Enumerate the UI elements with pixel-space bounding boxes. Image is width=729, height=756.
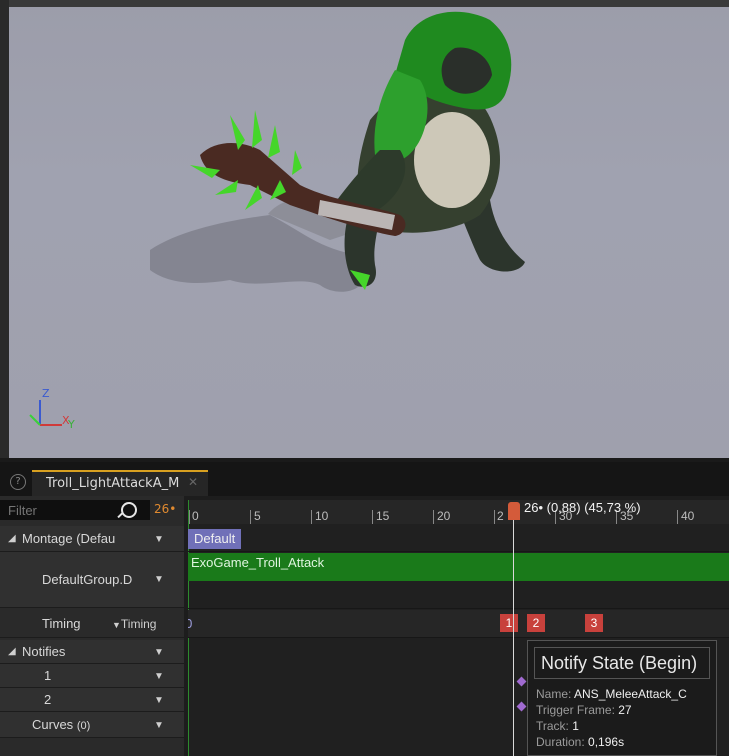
chevron-down-icon: ▼	[112, 620, 121, 630]
track-notifies[interactable]: ◢ Notifies ▼	[0, 640, 184, 664]
curves-label: Curves	[32, 717, 74, 732]
notify-diamond[interactable]	[516, 676, 527, 687]
timing-dropdown[interactable]: ▼Timing	[112, 617, 156, 631]
current-frame-count: 26•	[154, 502, 177, 516]
axis-z-label: Z	[42, 387, 50, 400]
timing-row	[188, 610, 729, 638]
tooltip-track-value: 1	[572, 719, 579, 733]
search-icon[interactable]	[121, 502, 137, 518]
tooltip-trigger-line: Trigger Frame: 27	[536, 703, 632, 717]
tooltip-duration-label: Duration:	[536, 735, 585, 749]
ruler-tick-label: 2	[497, 509, 504, 523]
timing-marker[interactable]: 2	[527, 614, 545, 632]
ruler-tick-label: 0	[192, 509, 199, 523]
tooltip-duration-line: Duration: 0,196s	[536, 735, 624, 749]
notify-1-label: 1	[44, 668, 52, 683]
tooltip-track-label: Track:	[536, 719, 569, 733]
slot-anim-segment[interactable]: ExoGame_Troll_Attack	[188, 553, 729, 581]
track-notify-1[interactable]: 1 ▼	[0, 664, 184, 688]
ruler-tick-label: 20	[437, 509, 451, 523]
time-ruler[interactable]	[188, 500, 729, 524]
ruler-tick-label: 15	[376, 509, 390, 523]
chevron-down-icon[interactable]: ▼	[154, 695, 164, 706]
notify-tooltip: Notify State (Begin) Name: ANS_MeleeAtta…	[527, 640, 717, 756]
timing-marker[interactable]: 1	[500, 614, 518, 632]
ruler-tick-label: 10	[315, 509, 329, 523]
tab-strip: ? Troll_LightAttackA_M ✕	[0, 462, 729, 496]
notify-2-label: 2	[44, 692, 52, 707]
ruler-tick	[372, 510, 373, 524]
tooltip-name-line: Name: ANS_MeleeAttack_C	[536, 687, 687, 701]
curves-track-label: Curves (0)	[32, 717, 90, 732]
tab-title: Troll_LightAttackA_M	[46, 476, 180, 491]
notifies-track-label: Notifies	[22, 644, 66, 659]
track-notify-2[interactable]: 2 ▼	[0, 688, 184, 712]
scrub-position-label: 26• (0,88) (45,73 %)	[524, 500, 641, 515]
tooltip-title: Notify State (Begin)	[534, 647, 710, 679]
ruler-tick	[677, 510, 678, 524]
3d-viewport[interactable]: Z X Y	[0, 0, 729, 462]
collapse-triangle-icon[interactable]: ◢	[8, 646, 16, 657]
ruler-tick	[189, 510, 190, 524]
ruler-tick-label: 5	[254, 509, 261, 523]
timing-track-label: Timing	[42, 616, 81, 631]
tooltip-track-line: Track: 1	[536, 719, 579, 733]
track-montage[interactable]: ◢ Montage (Defau ▼	[0, 526, 184, 552]
close-icon[interactable]: ✕	[188, 475, 198, 489]
ruler-tick	[494, 510, 495, 524]
tooltip-name-label: Name:	[536, 687, 572, 701]
montage-track-label: Montage (Defau	[22, 531, 116, 546]
tooltip-duration-value: 0,196s	[588, 735, 625, 749]
timing-zero-label: 0	[188, 617, 193, 631]
slot-anim-label: ExoGame_Troll_Attack	[191, 555, 325, 570]
chevron-down-icon[interactable]: ▼	[154, 647, 164, 658]
group-row-lower	[188, 581, 729, 609]
scrub-line	[513, 506, 514, 756]
chevron-down-icon[interactable]: ▼	[154, 534, 164, 545]
tooltip-trigger-label: Trigger Frame:	[536, 703, 615, 717]
chevron-down-icon[interactable]: ▼	[154, 671, 164, 682]
scrub-handle[interactable]	[508, 502, 520, 520]
group-track-label: DefaultGroup.D	[42, 572, 133, 587]
help-icon[interactable]: ?	[10, 474, 26, 490]
montage-section-row	[188, 526, 729, 552]
timing-marker[interactable]: 3	[585, 614, 603, 632]
axis-y-label: Y	[68, 418, 75, 431]
track-curves[interactable]: Curves (0) ▼	[0, 712, 184, 738]
tab-montage-asset[interactable]: Troll_LightAttackA_M	[32, 470, 208, 496]
filter-row: 26•	[0, 500, 184, 522]
tooltip-name-value: ANS_MeleeAttack_C	[574, 687, 687, 701]
tooltip-trigger-value: 27	[618, 703, 632, 717]
collapse-triangle-icon[interactable]: ◢	[8, 533, 16, 544]
timing-dropdown-label: Timing	[120, 617, 157, 631]
curves-count: (0)	[76, 720, 91, 732]
track-timing[interactable]: Timing ▼Timing	[0, 610, 184, 638]
track-default-group[interactable]: DefaultGroup.D ▼	[0, 552, 184, 608]
ruler-tick	[311, 510, 312, 524]
notify-diamond[interactable]	[516, 701, 527, 712]
troll-character-preview	[29, 11, 525, 426]
ruler-tick	[433, 510, 434, 524]
chevron-down-icon[interactable]: ▼	[154, 720, 164, 731]
section-default[interactable]: Default	[188, 529, 242, 549]
ruler-tick	[250, 510, 251, 524]
chevron-down-icon[interactable]: ▼	[154, 574, 164, 585]
ruler-tick-label: 40	[681, 509, 695, 523]
